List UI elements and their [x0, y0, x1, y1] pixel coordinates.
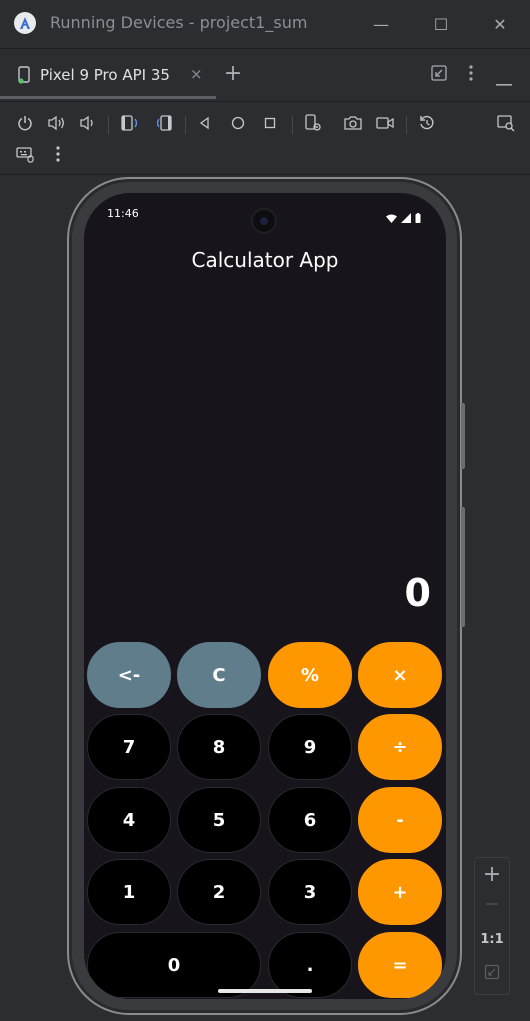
app-title: Calculator App: [191, 248, 339, 272]
reset-icon[interactable]: [416, 112, 438, 134]
options-menu-icon[interactable]: [468, 64, 474, 86]
overview-icon[interactable]: [259, 112, 281, 134]
maximize-button[interactable]: ☐: [429, 12, 453, 36]
tab-label: Pixel 9 Pro API 35: [40, 66, 170, 84]
more-icon[interactable]: [47, 143, 69, 165]
digit-4-key[interactable]: 4: [87, 787, 171, 853]
digit-3-key[interactable]: 3: [268, 859, 352, 925]
toolbar-separator: [185, 116, 186, 134]
add-key[interactable]: +: [358, 859, 442, 925]
wifi-icon: [386, 208, 397, 227]
back-icon[interactable]: [194, 112, 216, 134]
device-toolbar: [0, 102, 530, 175]
zoom-in-button[interactable]: +: [475, 862, 509, 887]
toolbar-separator: [406, 116, 407, 134]
equals-key[interactable]: =: [358, 932, 442, 998]
clear-key[interactable]: C: [177, 642, 261, 708]
device-tab-bar: Pixel 9 Pro API 35 × +: [0, 49, 530, 102]
digit-9-key[interactable]: 9: [268, 714, 352, 780]
battery-icon: [415, 208, 421, 227]
power-icon[interactable]: [14, 112, 36, 134]
divide-key[interactable]: ÷: [358, 714, 442, 780]
digit-8-key[interactable]: 8: [177, 714, 261, 780]
digit-6-key[interactable]: 6: [268, 787, 352, 853]
volume-up-icon[interactable]: [46, 112, 68, 134]
toolbar-separator: [292, 116, 293, 134]
front-camera: [253, 210, 275, 232]
phone-power-button: [461, 403, 465, 469]
toolbar-separator: [108, 116, 109, 134]
rotate-right-icon[interactable]: [153, 112, 175, 134]
volume-down-icon[interactable]: [77, 112, 99, 134]
tab-pixel-9-pro[interactable]: Pixel 9 Pro API 35 ×: [0, 49, 216, 99]
rotate-left-icon[interactable]: [119, 112, 141, 134]
zoom-out-button[interactable]: —: [475, 896, 509, 912]
android-studio-logo-icon: [14, 12, 36, 34]
keyboard-icon[interactable]: [14, 143, 36, 165]
tab-active-indicator: [0, 96, 216, 99]
zoom-fit-icon[interactable]: [475, 964, 509, 984]
device-settings-icon[interactable]: [302, 112, 324, 134]
close-button[interactable]: ✕: [488, 12, 512, 36]
calculator-display: 0: [404, 571, 431, 615]
status-time: 11:46: [107, 207, 139, 220]
multiply-key[interactable]: ×: [358, 642, 442, 708]
device-screen[interactable]: 11:46 Calculator App 0 <- C% × 7 8 9 ÷ 4 5 6- 1 2 3 +…: [84, 193, 446, 999]
title-bar: Running Devices - project1_sum — ☐ ✕: [0, 0, 530, 49]
digit-5-key[interactable]: 5: [177, 787, 261, 853]
percent-key[interactable]: %: [268, 642, 352, 708]
screen-record-icon[interactable]: [374, 112, 396, 134]
digit-7-key[interactable]: 7: [87, 714, 171, 780]
signal-icon: [401, 208, 411, 227]
zoom-panel: + — 1:1: [474, 857, 510, 995]
minimize-panel-icon[interactable]: [495, 72, 513, 91]
add-device-button[interactable]: +: [222, 61, 244, 86]
window-title: Running Devices - project1_sum: [50, 13, 308, 32]
digit-2-key[interactable]: 2: [177, 859, 261, 925]
screenshot-icon[interactable]: [342, 112, 364, 134]
phone-volume-button: [461, 507, 465, 627]
tab-close-button[interactable]: ×: [190, 65, 203, 83]
search-window-icon[interactable]: [495, 112, 517, 134]
status-icons: [386, 208, 421, 227]
zoom-actual-size-button[interactable]: 1:1: [475, 932, 509, 947]
home-icon[interactable]: [227, 112, 249, 134]
gesture-home-bar[interactable]: [218, 989, 312, 993]
minimize-button[interactable]: —: [369, 12, 393, 36]
digit-1-key[interactable]: 1: [87, 859, 171, 925]
backspace-key[interactable]: <-: [87, 642, 171, 708]
device-icon: [17, 66, 33, 88]
restore-window-icon[interactable]: [430, 64, 448, 86]
subtract-key[interactable]: -: [358, 787, 442, 853]
